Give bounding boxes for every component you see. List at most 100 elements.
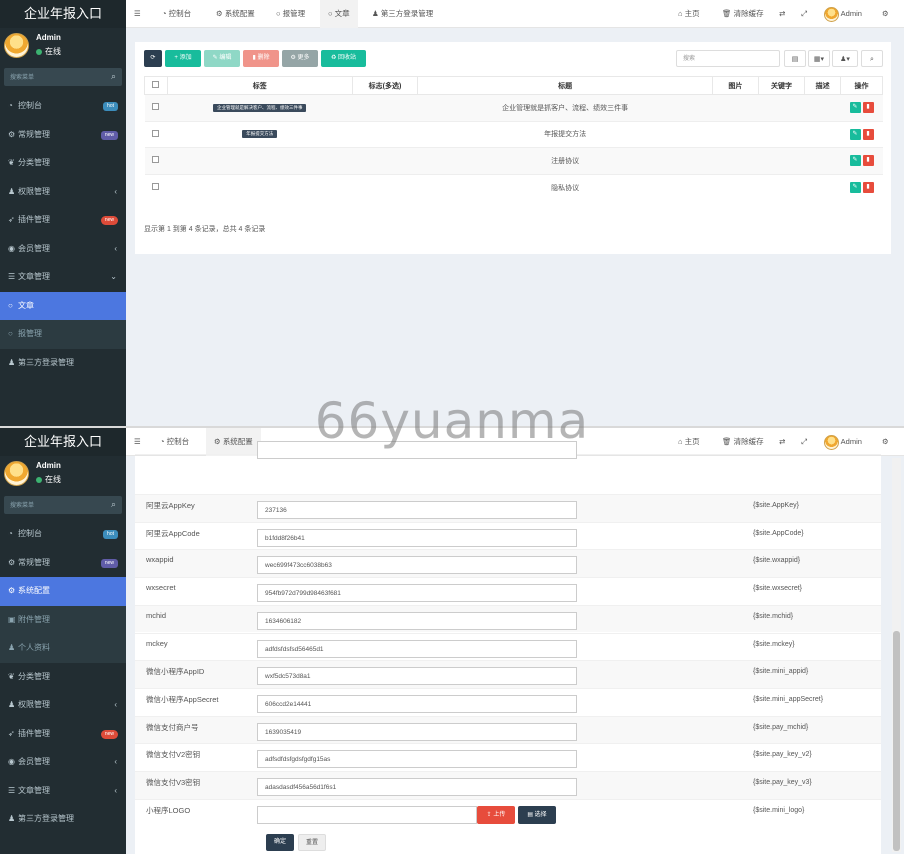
delete-row-button[interactable]: ▮ <box>862 155 874 167</box>
sidebar-item-dashboard[interactable]: ◔ 控制台 hot <box>0 520 126 549</box>
edit-row-button[interactable]: ✎ <box>849 128 861 140</box>
pay-key-v2-input[interactable]: adfsdfdsfgdsfgdfg15as <box>257 750 577 769</box>
col-tag[interactable]: 标签 <box>166 76 353 95</box>
sidebar-search-input[interactable]: 搜索菜单 ⌕ <box>4 68 122 86</box>
aliyun-appkey-input[interactable]: 237136 <box>257 501 577 519</box>
sidebar-item-general[interactable]: ⚙ 常规管理 new <box>0 549 126 578</box>
col-image[interactable]: 图片 <box>711 76 759 95</box>
row-checkbox[interactable] <box>144 147 168 174</box>
circle-icon: ○ <box>328 9 335 18</box>
col-title[interactable]: 标题 <box>417 76 713 95</box>
chevron-down-icon: ⌄ <box>110 272 117 281</box>
translate-icon[interactable]: ⇄ <box>779 0 785 28</box>
expand-icon[interactable]: ⤢ <box>801 0 807 28</box>
pay-key-v3-input[interactable]: adasdasdf456a56d1f6s1 <box>257 778 577 796</box>
row-checkbox[interactable] <box>144 120 168 148</box>
sidebar-item-category[interactable]: ❦ 分类管理 <box>0 149 126 178</box>
tab-dashboard[interactable]: ◔ 控制台 <box>154 428 195 456</box>
sidebar-item-third-login[interactable]: ♟ 第三方登录管理 <box>0 805 126 834</box>
edit-row-button[interactable]: ✎ <box>849 155 861 167</box>
mini-appsecret-input[interactable]: 606ccd2e14441 <box>257 694 577 713</box>
tab-report[interactable]: ○ 报管理 <box>270 0 311 28</box>
row-checkbox[interactable] <box>144 173 168 201</box>
sidebar-item-report[interactable]: ○ 报管理 <box>0 320 126 349</box>
new-badge-red: new <box>100 729 118 739</box>
sidebar-item-profile[interactable]: ♟ 个人资料 <box>0 634 126 663</box>
table-row[interactable]: 隐私协议 ✎ ▮ <box>144 173 883 201</box>
top-user-menu[interactable]: Admin <box>824 0 862 28</box>
sidebar-item-member[interactable]: ◉ 会员管理 ‹ <box>0 235 126 264</box>
refresh-button[interactable]: ⟳ <box>144 50 162 67</box>
submit-button[interactable]: 确定 <box>266 834 294 851</box>
common-search-button[interactable]: ⌕ <box>861 50 883 67</box>
sidebar-item-article[interactable]: ○ 文章 <box>0 291 126 320</box>
mchid-input[interactable]: 1634606182 <box>257 611 577 630</box>
col-description[interactable]: 描述 <box>804 76 842 95</box>
toggle-view-button[interactable]: ▤ <box>784 50 806 67</box>
mini-appid-input[interactable]: wxf5dc573d8a1 <box>257 667 577 686</box>
choose-button[interactable]: ▤ 选择 <box>518 805 556 824</box>
sidebar-item-system-config[interactable]: ⚙ 系统配置 <box>0 577 126 606</box>
sidebar-search-input[interactable]: 搜索菜单 ⌕ <box>4 496 122 514</box>
home-link[interactable]: ⌂ 主页 <box>678 0 700 28</box>
tab-system-config[interactable]: ⚙ 系统配置 <box>206 428 261 456</box>
sidebar-item-auth[interactable]: ♟ 权限管理 ‹ <box>0 178 126 207</box>
gear-icon[interactable]: ⚙ <box>882 428 889 456</box>
tab-article[interactable]: ○ 文章 <box>320 0 358 28</box>
hamburger-icon[interactable]: ☰ <box>134 428 141 456</box>
sidebar-item-article-management[interactable]: ☰ 文章管理 ‹ <box>0 777 126 806</box>
upload-button[interactable]: ⇪ 上传 <box>477 805 515 824</box>
clear-cache-button[interactable]: 🗑 清除缓存 <box>722 428 764 456</box>
table-search-input[interactable]: 搜索 <box>676 50 780 67</box>
col-flag[interactable]: 标志(多选) <box>351 76 419 95</box>
hamburger-icon[interactable]: ☰ <box>134 0 141 28</box>
reset-button[interactable]: 重置 <box>298 834 326 851</box>
sidebar-item-article-management[interactable]: ☰ 文章管理 ⌄ <box>0 263 126 292</box>
sidebar-item-category[interactable]: ❦ 分类管理 <box>0 663 126 692</box>
tab-system-config[interactable]: ⚙ 系统配置 <box>210 0 261 28</box>
row-operations: ✎ ▮ <box>840 120 883 148</box>
sidebar-item-auth[interactable]: ♟ 权限管理 ‹ <box>0 691 126 720</box>
clear-cache-button[interactable]: 🗑 清除缓存 <box>722 0 764 28</box>
delete-row-button[interactable]: ▮ <box>862 128 874 140</box>
table-row[interactable]: 企业管理就是解决客户、流程、绩效三件事 企业管理就是抓客户、流程、绩效三件事 ✎… <box>144 94 883 121</box>
pay-mchid-input[interactable]: 1639035419 <box>257 722 577 741</box>
table-row[interactable]: 注册协议 ✎ ▮ <box>144 147 883 174</box>
translate-icon[interactable]: ⇄ <box>779 428 785 456</box>
delete-row-button[interactable]: ▮ <box>862 102 874 114</box>
sidebar-item-member[interactable]: ◉ 会员管理 ‹ <box>0 748 126 777</box>
table-row[interactable]: 年报提交方法 年报提交方法 ✎ ▮ <box>144 120 883 148</box>
add-button[interactable]: + 添加 <box>165 50 201 67</box>
sidebar-item-addon[interactable]: ➶ 插件管理 new <box>0 206 126 235</box>
home-link[interactable]: ⌂ 主页 <box>678 428 700 456</box>
expand-icon[interactable]: ⤢ <box>801 428 807 456</box>
mini-logo-input[interactable] <box>257 805 477 824</box>
more-button[interactable]: ⚙ 更多 <box>282 50 318 67</box>
recycle-bin-button[interactable]: ♻ 回收站 <box>321 50 366 67</box>
col-keywords[interactable]: 关键字 <box>757 76 806 95</box>
edit-row-button[interactable]: ✎ <box>849 182 861 193</box>
aliyun-appcode-input[interactable]: b1fdd8f26b41 <box>257 528 577 547</box>
edit-row-button[interactable]: ✎ <box>849 102 861 114</box>
sidebar-item-third-login[interactable]: ♟ 第三方登录管理 <box>0 349 126 378</box>
edit-button[interactable]: ✎ 编辑 <box>204 50 240 67</box>
sidebar-item-attachment[interactable]: ▣ 附件管理 <box>0 605 126 634</box>
scroll-thumb[interactable] <box>893 631 900 851</box>
columns-button[interactable]: ▦▾ <box>808 50 830 67</box>
top-user-menu[interactable]: Admin <box>824 428 862 456</box>
scrollbar[interactable] <box>892 458 901 852</box>
mckey-input[interactable]: adfdsfdsfsd56465d1 <box>257 639 577 658</box>
gear-icon[interactable]: ⚙ <box>882 0 889 28</box>
tab-third-login[interactable]: ♟ 第三方登录管理 <box>366 0 439 28</box>
row-checkbox[interactable] <box>144 94 168 121</box>
wxsecret-input[interactable]: 954fb972d799d98463f681 <box>257 584 577 603</box>
delete-row-button[interactable]: ▮ <box>862 182 874 193</box>
delete-button[interactable]: ▮ 删除 <box>243 50 279 67</box>
sidebar-item-addon[interactable]: ➶ 插件管理 new <box>0 720 126 749</box>
wxappid-input[interactable]: wec699f473cc6038b63 <box>257 556 577 575</box>
tab-dashboard[interactable]: ◔ 控制台 <box>156 0 197 28</box>
export-button[interactable]: ♟▾ <box>832 50 858 67</box>
sidebar-item-dashboard[interactable]: ◔ 控制台 hot <box>0 92 126 121</box>
select-all-checkbox[interactable] <box>144 76 168 95</box>
sidebar-item-general[interactable]: ⚙ 常规管理 new <box>0 121 126 150</box>
